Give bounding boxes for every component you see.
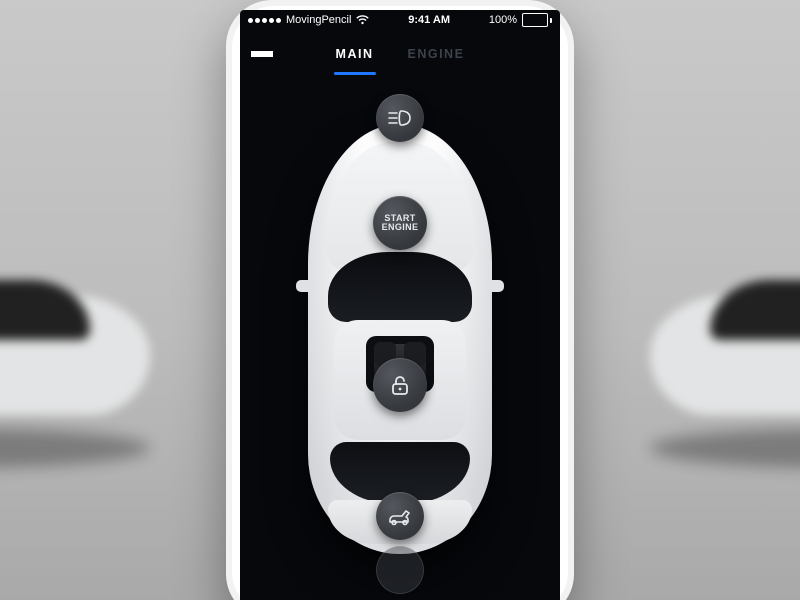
start-engine-label: START ENGINE (382, 214, 419, 233)
menu-button[interactable] (240, 51, 284, 57)
unlock-button[interactable] (373, 358, 427, 412)
trunk-open-icon (387, 506, 413, 526)
battery-pct: 100% (489, 14, 517, 26)
top-nav: MAIN ENGINE (240, 30, 560, 78)
carrier-label: MovingPencil (286, 14, 351, 26)
battery-icon (522, 13, 552, 27)
car-top-view (308, 124, 492, 554)
tab-main[interactable]: MAIN (334, 39, 376, 69)
trunk-button[interactable] (376, 492, 424, 540)
background-car-left (0, 260, 170, 520)
tab-bar: MAIN ENGINE (284, 39, 516, 69)
car-control-canvas: START ENGINE (240, 78, 560, 600)
app-mockup-stage: MovingPencil 9:41 AM 100% (0, 0, 800, 600)
signal-dots-icon (248, 18, 281, 23)
start-engine-button[interactable]: START ENGINE (373, 196, 427, 250)
wifi-icon (356, 15, 369, 25)
background-car-right (630, 260, 800, 520)
phone-frame: MovingPencil 9:41 AM 100% (226, 0, 574, 600)
extra-control-button[interactable] (376, 546, 424, 594)
phone-screen: MovingPencil 9:41 AM 100% (240, 10, 560, 600)
unlock-icon (389, 373, 411, 397)
clock: 9:41 AM (408, 14, 450, 26)
headlights-icon (387, 109, 413, 127)
tab-engine[interactable]: ENGINE (406, 39, 467, 69)
headlights-button[interactable] (376, 94, 424, 142)
hamburger-icon (251, 51, 273, 57)
status-bar: MovingPencil 9:41 AM 100% (240, 10, 560, 30)
